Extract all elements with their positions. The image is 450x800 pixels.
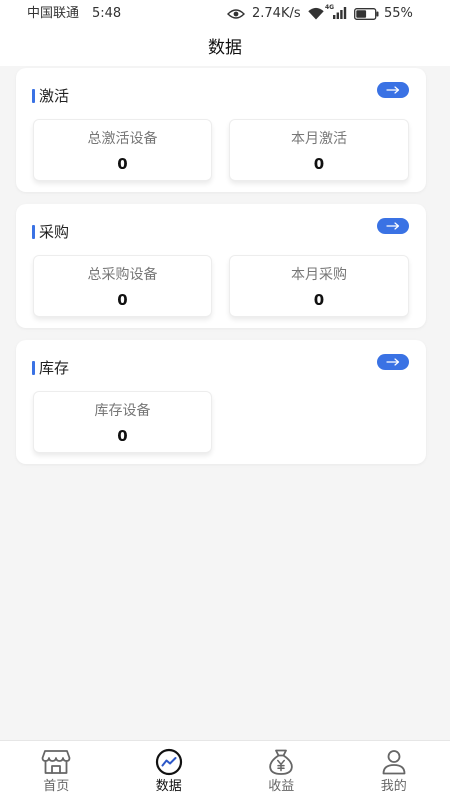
arrow-right-icon — [386, 86, 400, 94]
status-time: 5:48 — [92, 6, 122, 21]
tab-label: 我的 — [380, 779, 407, 794]
chart-icon — [155, 748, 182, 776]
section-title-bar — [32, 89, 35, 103]
stat-value: 0 — [313, 155, 325, 173]
stat-label: 本月采购 — [291, 267, 347, 283]
page-title: 数据 — [208, 38, 242, 58]
section-title: 库存 — [39, 359, 70, 377]
network-speed: 2.74K/s — [252, 6, 301, 21]
arrow-right-icon — [386, 222, 400, 230]
stat-value: 0 — [117, 427, 128, 445]
carrier-name: 中国联通 — [27, 6, 80, 21]
section-title: 激活 — [39, 87, 70, 105]
section-card-activation: 激活 总激活设备 0 本月激活 0 — [16, 68, 426, 192]
stat-label: 总激活设备 — [87, 131, 158, 147]
tab-label: 数据 — [155, 779, 182, 794]
battery-percent: 55% — [384, 6, 413, 21]
stat-card-total-purchased: 总采购设备 0 — [33, 255, 212, 317]
battery-icon — [354, 8, 379, 20]
tab-label: 首页 — [43, 779, 70, 794]
wifi-icon — [308, 7, 324, 20]
stat-value: 0 — [117, 291, 128, 309]
stat-value: 0 — [117, 155, 128, 173]
money-bag-icon — [269, 749, 293, 775]
stat-label: 总采购设备 — [87, 267, 158, 283]
tab-home[interactable]: 首页 — [0, 741, 113, 800]
section-card-inventory: 库存 库存设备 0 — [16, 340, 426, 464]
stat-card-month-activated: 本月激活 0 — [229, 119, 409, 181]
activation-detail-button[interactable] — [377, 82, 409, 98]
stat-value: 0 — [313, 291, 325, 309]
section-title-bar — [32, 225, 35, 239]
tab-label: 收益 — [268, 779, 295, 794]
section-title: 采购 — [39, 223, 70, 241]
section-title-bar — [32, 361, 35, 375]
stat-card-inventory-devices: 库存设备 0 — [33, 391, 212, 453]
stat-card-month-purchased: 本月采购 0 — [229, 255, 409, 317]
page-header: 数据 — [0, 28, 450, 66]
inventory-detail-button[interactable] — [377, 354, 409, 370]
tab-data[interactable]: 数据 — [113, 741, 226, 800]
stat-label: 库存设备 — [94, 403, 151, 419]
store-icon — [41, 750, 71, 774]
purchase-detail-button[interactable] — [377, 218, 409, 234]
person-icon — [382, 750, 406, 775]
eye-icon — [227, 9, 245, 19]
bottom-tab-bar: 首页 数据 收益 我的 — [0, 740, 450, 800]
tab-profile[interactable]: 我的 — [338, 741, 450, 800]
stat-card-total-activated: 总激活设备 0 — [33, 119, 212, 181]
status-bar: 中国联通 5:48 2.74K/s 4G 55% — [0, 0, 450, 28]
stat-label: 本月激活 — [291, 131, 347, 147]
signal-icon — [333, 7, 347, 19]
arrow-right-icon — [386, 358, 400, 366]
section-card-purchase: 采购 总采购设备 0 本月采购 0 — [16, 204, 426, 328]
tab-earnings[interactable]: 收益 — [225, 741, 338, 800]
battery-level-fill — [356, 10, 367, 18]
